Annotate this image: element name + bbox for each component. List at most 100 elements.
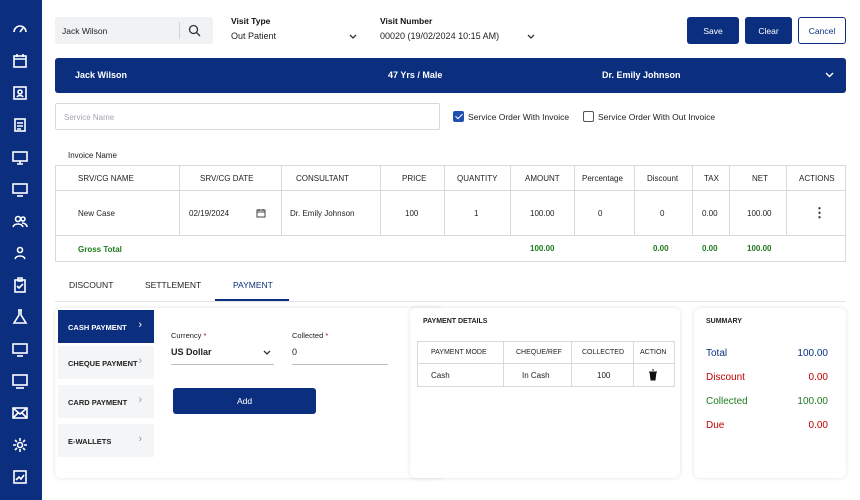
row-percentage[interactable]: 0 — [598, 209, 602, 218]
clear-button[interactable]: Clear — [745, 17, 792, 44]
mail-icon[interactable] — [11, 404, 29, 422]
patient-search-value[interactable]: Jack Wilson — [62, 26, 107, 36]
col-discount: Discount — [647, 174, 679, 183]
collected-label-text: Collected — [292, 331, 324, 340]
with-invoice-label: Service Order With Invoice — [468, 112, 570, 122]
col-quantity: QUANTITY — [457, 174, 498, 183]
save-button[interactable]: Save — [687, 17, 739, 44]
search-divider — [179, 22, 180, 39]
patient-search[interactable]: Jack Wilson — [55, 17, 213, 44]
summary-due-label: Due — [706, 420, 725, 431]
payment-mode-label: E-WALLETS — [68, 437, 112, 446]
trash-icon[interactable] — [648, 369, 658, 381]
cancel-button[interactable]: Cancel — [798, 17, 846, 44]
currency-label-text: Currency — [171, 331, 202, 340]
row-quantity[interactable]: 1 — [474, 209, 478, 218]
collected-input[interactable]: 0 — [292, 347, 387, 361]
summary-due-value: 0.00 — [808, 420, 828, 431]
col-divider — [281, 166, 282, 236]
chevron-down-icon — [263, 350, 271, 355]
visit-number-select[interactable]: 00020 (19/02/2024 10:15 AM) — [380, 31, 535, 45]
payment-entry-card: CASH PAYMENT › CHEQUE PAYMENT › CARD PAY… — [55, 308, 444, 478]
summary-discount: Discount 0.00 — [706, 372, 828, 383]
summary-total-label: Total — [706, 348, 728, 359]
calendar-icon[interactable] — [11, 52, 29, 70]
tab-payment[interactable]: PAYMENT — [233, 280, 273, 290]
gross-amount: 100.00 — [530, 244, 555, 253]
add-payment-button[interactable]: Add — [173, 388, 316, 414]
without-invoice-checkbox[interactable] — [583, 111, 594, 122]
display-icon[interactable] — [11, 340, 29, 358]
required-mark: * — [325, 331, 329, 340]
col-price: PRICE — [402, 174, 427, 183]
search-icon[interactable] — [188, 24, 201, 39]
pd-col-action: ACTION — [640, 349, 667, 356]
chevron-down-icon — [527, 34, 535, 39]
checklist-icon[interactable] — [11, 116, 29, 134]
col-date: SRV/CG DATE — [200, 174, 254, 183]
flask-icon[interactable] — [11, 308, 29, 326]
currency-value: US Dollar — [171, 347, 212, 357]
visit-type-select[interactable]: Out Patient — [231, 31, 357, 45]
dashboard-icon[interactable] — [11, 20, 29, 38]
screen-icon[interactable] — [11, 372, 29, 390]
summary-total: Total 100.00 — [706, 348, 828, 359]
col-divider — [633, 342, 634, 386]
row-discount[interactable]: 0 — [660, 209, 664, 218]
tab-settlement[interactable]: SETTLEMENT — [145, 280, 201, 290]
currency-underline — [171, 364, 274, 365]
payment-mode-cheque[interactable]: CHEQUE PAYMENT › — [58, 346, 154, 379]
patient-banner[interactable]: Jack Wilson 47 Yrs / Male Dr. Emily John… — [55, 58, 846, 93]
gear-icon[interactable] — [11, 436, 29, 454]
currency-select[interactable]: US Dollar — [171, 347, 273, 361]
payment-mode-label: CHEQUE PAYMENT — [68, 359, 138, 368]
invoice-table: SRV/CG NAME SRV/CG DATE CONSULTANT PRICE… — [55, 165, 846, 262]
payment-mode-cash[interactable]: CASH PAYMENT › — [58, 310, 154, 343]
chevron-down-icon — [349, 34, 357, 39]
desktop-icon[interactable] — [11, 180, 29, 198]
sidebar — [0, 0, 42, 500]
pd-col-collected: COLLECTED — [582, 349, 625, 356]
with-invoice-checkbox[interactable] — [453, 111, 464, 122]
pd-row-ref: In Cash — [522, 371, 550, 380]
payment-mode-ewallets[interactable]: E-WALLETS › — [58, 424, 154, 457]
without-invoice-label: Service Order With Out Invoice — [598, 112, 716, 122]
summary-collected: Collected 100.00 — [706, 396, 828, 407]
col-divider — [510, 166, 511, 236]
visit-number-value: 00020 (19/02/2024 10:15 AM) — [380, 31, 500, 41]
summary-card: SUMMARY Total 100.00 Discount 0.00 Colle… — [694, 308, 846, 478]
report-icon[interactable] — [11, 468, 29, 486]
col-divider — [786, 166, 787, 236]
row-price[interactable]: 100 — [405, 209, 418, 218]
col-divider — [729, 166, 730, 236]
tab-discount[interactable]: DISCOUNT — [69, 280, 113, 290]
summary-discount-value: 0.00 — [808, 372, 828, 383]
payment-mode-label: CASH PAYMENT — [68, 323, 127, 332]
monitor-icon[interactable] — [11, 148, 29, 166]
users-icon[interactable] — [11, 212, 29, 230]
calendar-icon[interactable] — [256, 208, 266, 218]
pd-row-collected: 100 — [597, 371, 611, 380]
table-row: New Case 02/19/2024 Dr. Emily Johnson 10… — [56, 191, 845, 236]
consulting-doctor: Dr. Emily Johnson — [602, 70, 681, 80]
more-actions-icon[interactable]: ⋮ — [813, 205, 826, 221]
table-header-row: SRV/CG NAME SRV/CG DATE CONSULTANT PRICE… — [56, 166, 845, 191]
col-divider — [692, 166, 693, 236]
row-date[interactable]: 02/19/2024 — [189, 209, 229, 218]
group-icon[interactable] — [11, 244, 29, 262]
patient-name: Jack Wilson — [75, 70, 127, 80]
payment-details-title: PAYMENT DETAILS — [423, 318, 488, 325]
col-net: NET — [752, 174, 768, 183]
clipboard-icon[interactable] — [11, 276, 29, 294]
patient-card-icon[interactable] — [11, 84, 29, 102]
row-amount: 100.00 — [530, 209, 555, 218]
chevron-down-icon[interactable] — [825, 72, 834, 78]
row-tax: 0.00 — [702, 209, 718, 218]
payment-mode-card[interactable]: CARD PAYMENT › — [58, 385, 154, 418]
summary-title: SUMMARY — [706, 318, 742, 325]
gross-total-label: Gross Total — [78, 245, 122, 254]
service-name-input[interactable]: Service Name — [55, 103, 440, 130]
visit-number-label: Visit Number — [380, 16, 433, 26]
summary-discount-label: Discount — [706, 372, 745, 383]
row-name: New Case — [78, 209, 115, 218]
